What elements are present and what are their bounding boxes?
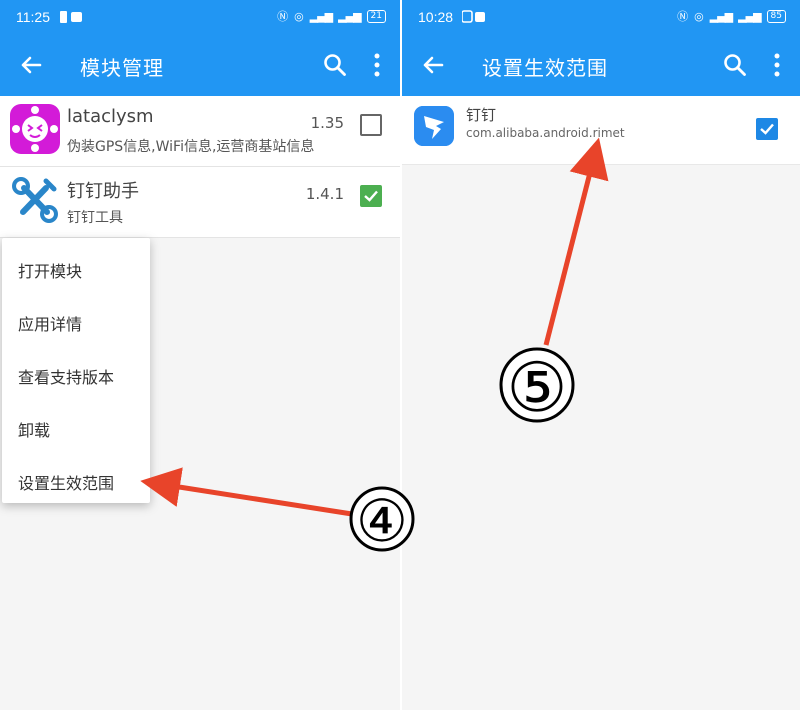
battery-icon: 21 [366, 9, 386, 23]
search-icon[interactable] [322, 52, 348, 78]
search-icon[interactable] [722, 52, 748, 78]
app-name: 钉钉 [466, 106, 497, 124]
menu-item-app-details[interactable]: 应用详情 [18, 311, 82, 335]
battery-icon: 85 [766, 9, 786, 23]
app-row-dingtalk[interactable]: 钉钉 com.alibaba.android.rimet [402, 96, 800, 165]
menu-item-set-scope[interactable]: 设置生效范围 [18, 470, 114, 494]
module-row-dingtalk-helper[interactable]: 钉钉助手 钉钉工具 1.4.1 [0, 167, 400, 238]
system-icons: Ⓝ ◎ ▂▄▆ ▂▄▆ 21 [277, 8, 386, 24]
more-options-icon[interactable] [772, 52, 782, 78]
checkmark-icon [760, 123, 774, 135]
module-row-lataclysm[interactable]: lataclysm 伪装GPS信息,WiFi信息,运营商基站信息 1.35 [0, 96, 400, 167]
more-options-icon[interactable] [372, 52, 382, 78]
nfc-icon: Ⓝ [277, 10, 289, 23]
app-scope-checkbox[interactable] [756, 118, 778, 140]
hotspot-icon: ◎ [694, 9, 704, 23]
system-icons: Ⓝ ◎ ▂▄▆ ▂▄▆ 85 [677, 8, 786, 24]
signal-icon: ▂▄▆ [309, 9, 333, 23]
screen-set-scope: 10:28 Ⓝ ◎ ▂▄▆ ▂▄▆ 85 设置生效范围 钉钉 com.aliba… [402, 0, 800, 710]
status-time: 10:28 [418, 9, 454, 25]
module-version: 1.35 [310, 114, 344, 132]
menu-item-open-module[interactable]: 打开模块 [18, 258, 82, 282]
nfc-icon: Ⓝ [677, 10, 689, 23]
tools-icon [12, 177, 58, 223]
signal-icon: ▂▄▆ [709, 9, 733, 23]
signal-icon-2: ▂▄▆ [338, 9, 361, 23]
app-bar: 设置生效范围 [402, 34, 800, 96]
module-enable-checkbox[interactable] [360, 114, 382, 136]
status-bar: 11:25 Ⓝ ◎ ▂▄▆ ▂▄▆ 21 [0, 0, 400, 34]
page-title: 模块管理 [80, 56, 164, 80]
back-arrow-icon[interactable] [418, 50, 448, 80]
screen-module-manager: 11:25 Ⓝ ◎ ▂▄▆ ▂▄▆ 21 模块管理 lataclysm 伪装GP… [0, 0, 400, 710]
module-description: 伪装GPS信息,WiFi信息,运营商基站信息 [67, 139, 315, 155]
status-bar: 10:28 Ⓝ ◎ ▂▄▆ ▂▄▆ 85 [402, 0, 800, 34]
module-version: 1.4.1 [305, 185, 344, 203]
module-enable-checkbox[interactable] [360, 185, 382, 207]
context-menu: 打开模块 应用详情 查看支持版本 卸载 设置生效范围 [2, 238, 150, 503]
signal-icon-2: ▂▄▆ [738, 9, 761, 23]
page-title: 设置生效范围 [482, 56, 608, 80]
menu-item-supported-versions[interactable]: 查看支持版本 [18, 364, 114, 388]
notification-icons [461, 10, 486, 28]
module-name: lataclysm [67, 106, 154, 127]
status-time: 11:25 [16, 9, 50, 25]
lataclysm-app-icon [10, 104, 60, 154]
checkmark-icon [364, 190, 378, 202]
dingtalk-app-icon [414, 106, 454, 146]
app-package-name: com.alibaba.android.rimet [466, 126, 625, 140]
module-name: 钉钉助手 [67, 181, 139, 202]
notification-icons [60, 10, 84, 28]
module-description: 钉钉工具 [67, 210, 123, 226]
back-arrow-icon[interactable] [16, 50, 46, 80]
menu-item-uninstall[interactable]: 卸载 [18, 417, 50, 441]
app-bar: 模块管理 [0, 34, 400, 96]
hotspot-icon: ◎ [294, 9, 304, 23]
